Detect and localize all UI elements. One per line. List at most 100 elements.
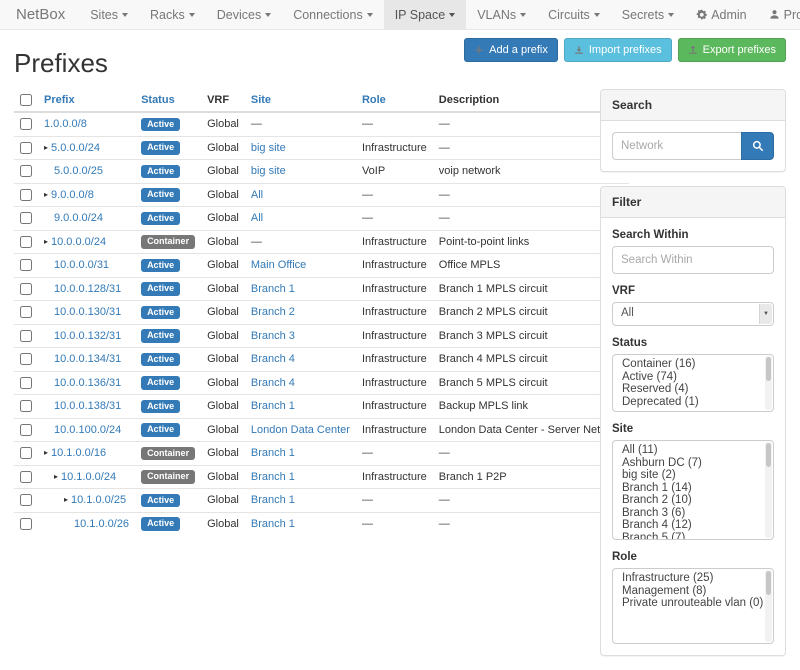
site-link[interactable]: London Data Center: [251, 424, 350, 436]
nav-item-racks[interactable]: Racks: [139, 0, 206, 29]
nav-item-devices[interactable]: Devices: [206, 0, 282, 29]
row-checkbox[interactable]: [20, 400, 32, 412]
nav-item-connections[interactable]: Connections: [282, 0, 384, 29]
prefix-link[interactable]: 10.0.0.132/31: [54, 330, 121, 342]
listbox-option[interactable]: big site (2): [613, 469, 773, 482]
column-header-status[interactable]: Status: [135, 89, 201, 112]
prefix-link[interactable]: 9.0.0.0/8: [51, 189, 94, 201]
search-button[interactable]: [741, 132, 774, 160]
prefix-link[interactable]: 10.0.0.128/31: [54, 283, 121, 295]
site-link[interactable]: Branch 1: [251, 283, 295, 295]
column-header-site[interactable]: Site: [245, 89, 356, 112]
site-link[interactable]: Main Office: [251, 259, 306, 271]
nav-item-profile[interactable]: Profile: [758, 0, 800, 29]
search-input[interactable]: [612, 132, 741, 160]
row-checkbox[interactable]: [20, 236, 32, 248]
prefix-link[interactable]: 5.0.0.0/25: [54, 165, 103, 177]
listbox-option[interactable]: Branch 4 (12): [613, 519, 773, 532]
site-link[interactable]: big site: [251, 142, 286, 154]
brand-link[interactable]: NetBox: [8, 0, 79, 29]
prefix-link[interactable]: 10.1.0.0/24: [61, 471, 116, 483]
expand-arrow-icon[interactable]: ▸: [44, 237, 48, 246]
site-link[interactable]: Branch 4: [251, 377, 295, 389]
row-checkbox[interactable]: [20, 494, 32, 506]
listbox-option[interactable]: Deprecated (1): [613, 396, 773, 409]
listbox-option[interactable]: Reserved (4): [613, 383, 773, 396]
listbox-option[interactable]: All (11): [613, 444, 773, 457]
add-prefix-button[interactable]: Add a prefix: [464, 38, 558, 62]
nav-item-sites[interactable]: Sites: [79, 0, 139, 29]
listbox-option[interactable]: Branch 1 (14): [613, 482, 773, 495]
row-checkbox[interactable]: [20, 377, 32, 389]
row-checkbox[interactable]: [20, 118, 32, 130]
prefix-link[interactable]: 9.0.0.0/24: [54, 212, 103, 224]
row-checkbox[interactable]: [20, 518, 32, 530]
nav-item-admin[interactable]: Admin: [685, 0, 757, 29]
site-link[interactable]: All: [251, 212, 263, 224]
site-link[interactable]: Branch 1: [251, 400, 295, 412]
listbox-option[interactable]: Management (8): [613, 585, 773, 598]
site-link[interactable]: Branch 1: [251, 447, 295, 459]
site-link[interactable]: All: [251, 189, 263, 201]
expand-arrow-icon[interactable]: ▸: [54, 472, 58, 481]
expand-arrow-icon[interactable]: ▸: [64, 495, 68, 504]
row-checkbox[interactable]: [20, 259, 32, 271]
site-link[interactable]: big site: [251, 165, 286, 177]
prefix-link[interactable]: 1.0.0.0/8: [44, 118, 87, 130]
column-header-prefix[interactable]: Prefix: [38, 89, 135, 112]
prefix-link[interactable]: 10.0.0.0/24: [51, 236, 106, 248]
listbox-option[interactable]: Private unrouteable vlan (0): [613, 597, 773, 610]
filter-select-vrf[interactable]: All▼: [612, 302, 774, 326]
scrollbar-thumb[interactable]: [766, 357, 771, 381]
row-checkbox[interactable]: [20, 306, 32, 318]
row-checkbox[interactable]: [20, 330, 32, 342]
prefix-link[interactable]: 10.0.0.134/31: [54, 353, 121, 365]
site-link[interactable]: Branch 4: [251, 353, 295, 365]
prefix-link[interactable]: 10.1.0.0/16: [51, 447, 106, 459]
listbox-option[interactable]: Branch 2 (10): [613, 494, 773, 507]
prefix-link[interactable]: 10.0.0.0/31: [54, 259, 109, 271]
row-checkbox[interactable]: [20, 353, 32, 365]
row-checkbox[interactable]: [20, 447, 32, 459]
site-link[interactable]: Branch 3: [251, 330, 295, 342]
prefix-link[interactable]: 10.0.0.138/31: [54, 400, 121, 412]
nav-item-vlans[interactable]: VLANs: [466, 0, 537, 29]
nav-item-circuits[interactable]: Circuits: [537, 0, 611, 29]
listbox-option[interactable]: Infrastructure (25): [613, 572, 773, 585]
row-checkbox[interactable]: [20, 283, 32, 295]
expand-arrow-icon[interactable]: ▸: [44, 190, 48, 199]
prefix-link[interactable]: 10.0.100.0/24: [54, 424, 121, 436]
nav-item-ip-space[interactable]: IP Space: [384, 0, 467, 29]
prefix-link[interactable]: 10.0.0.136/31: [54, 377, 121, 389]
import-prefixes-button[interactable]: Import prefixes: [564, 38, 672, 62]
prefix-link[interactable]: 10.0.0.130/31: [54, 306, 121, 318]
row-checkbox[interactable]: [20, 424, 32, 436]
filter-listbox-site[interactable]: All (11)Ashburn DC (7)big site (2)Branch…: [612, 440, 774, 540]
scrollbar-thumb[interactable]: [766, 443, 771, 467]
expand-arrow-icon[interactable]: ▸: [44, 143, 48, 152]
filter-listbox-status[interactable]: Container (16)Active (74)Reserved (4)Dep…: [612, 354, 774, 412]
filter-input-search-within[interactable]: [612, 246, 774, 274]
site-link[interactable]: Branch 1: [251, 518, 295, 530]
row-checkbox[interactable]: [20, 165, 32, 177]
listbox-option[interactable]: Branch 3 (6): [613, 507, 773, 520]
export-prefixes-button[interactable]: Export prefixes: [678, 38, 786, 62]
nav-item-secrets[interactable]: Secrets: [611, 0, 685, 29]
expand-arrow-icon[interactable]: ▸: [44, 448, 48, 457]
site-link[interactable]: Branch 2: [251, 306, 295, 318]
row-checkbox[interactable]: [20, 212, 32, 224]
listbox-option[interactable]: Ashburn DC (7): [613, 457, 773, 470]
scrollbar-thumb[interactable]: [766, 571, 771, 595]
listbox-option[interactable]: Active (74): [613, 371, 773, 384]
prefix-link[interactable]: 10.1.0.0/25: [71, 494, 126, 506]
filter-listbox-role[interactable]: Infrastructure (25)Management (8)Private…: [612, 568, 774, 644]
listbox-option[interactable]: Container (16): [613, 358, 773, 371]
row-checkbox[interactable]: [20, 189, 32, 201]
site-link[interactable]: Branch 1: [251, 471, 295, 483]
row-checkbox[interactable]: [20, 142, 32, 154]
site-link[interactable]: Branch 1: [251, 494, 295, 506]
prefix-link[interactable]: 10.1.0.0/26: [74, 518, 129, 530]
select-all-checkbox[interactable]: [20, 94, 32, 106]
column-header-role[interactable]: Role: [356, 89, 433, 112]
prefix-link[interactable]: 5.0.0.0/24: [51, 142, 100, 154]
